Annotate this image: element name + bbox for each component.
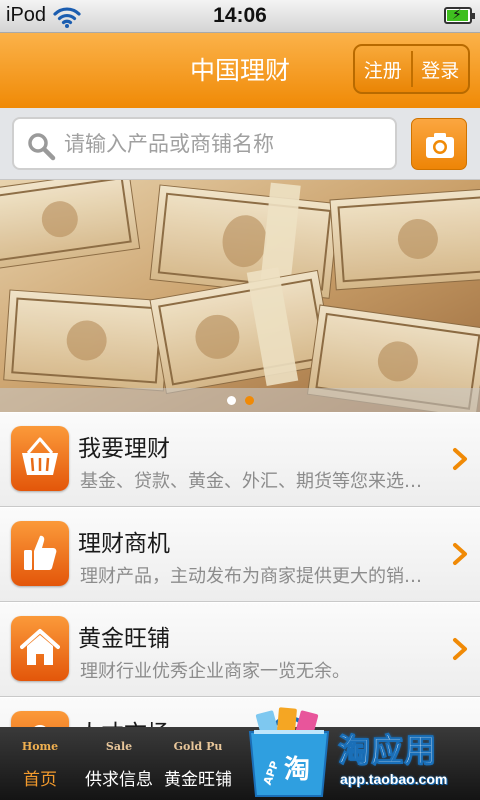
taobao-app-watermark: 淘应用 app.taobao.com — [337, 727, 480, 800]
thumbs-up-icon — [11, 521, 69, 586]
menu-item-subtitle: 理财行业优秀企业商家一览无余。 — [80, 661, 350, 682]
camera-icon — [426, 133, 454, 158]
carousel-dot[interactable] — [226, 395, 236, 405]
clock: 14:06 — [213, 4, 267, 27]
search-icon — [28, 133, 56, 161]
tab-home[interactable]: Home 首页 — [0, 727, 80, 800]
watermark-url: app.taobao.com — [340, 771, 448, 787]
search-bar — [0, 108, 480, 180]
carousel-indicator[interactable] — [0, 388, 480, 412]
auth-button-group: 注册 登录 — [353, 44, 470, 94]
status-bar: iPod 14:06 ⚡ — [0, 0, 480, 33]
banner-carousel[interactable] — [0, 180, 480, 412]
tab-label: 黄金旺铺 — [164, 770, 232, 790]
search-input[interactable] — [64, 122, 389, 166]
menu-item-title: 理财商机 — [78, 531, 170, 557]
tab-label-en: Sale — [105, 740, 133, 753]
menu-item-opportunities[interactable]: 理财商机 理财产品，主动发布为商家提供更大的销… — [0, 507, 480, 602]
tab-sale[interactable]: Sale 供求信息 — [79, 727, 159, 800]
menu-item-gold-shops[interactable]: 黄金旺铺 理财行业优秀企业商家一览无余。 — [0, 602, 480, 697]
watermark-title: 淘应用 — [337, 731, 438, 770]
camera-search-button[interactable] — [411, 118, 467, 170]
tab-label: 首页 — [23, 770, 57, 790]
register-button[interactable]: 注册 — [355, 56, 411, 83]
app-screen: iPod 14:06 ⚡ 中国理财 注册 登录 请输入产品或商铺名称 我要理财 … — [0, 0, 480, 800]
menu-item-subtitle: 理财产品，主动发布为商家提供更大的销… — [80, 566, 422, 587]
tab-label-en: Home — [21, 740, 59, 753]
shopping-bag-logo: 淘 APP — [248, 707, 330, 797]
tab-label: 供求信息 — [85, 770, 153, 790]
tab-label-en: Gold Pu — [173, 740, 223, 753]
chevron-right-icon — [453, 448, 467, 470]
watermark-bag-char: 淘 — [284, 755, 310, 785]
basket-icon — [11, 426, 69, 491]
chevron-right-icon — [453, 543, 467, 565]
menu-item-invest[interactable]: 我要理财 基金、贷款、黄金、外汇、期货等您来选… — [0, 412, 480, 507]
chevron-right-icon — [453, 638, 467, 660]
login-button[interactable]: 登录 — [413, 56, 469, 83]
app-header: 中国理财 注册 登录 — [0, 33, 480, 108]
search-box — [12, 117, 397, 170]
carousel-dot[interactable] — [244, 395, 254, 405]
home-icon — [11, 616, 69, 681]
tab-gold-shops[interactable]: Gold Pu 黄金旺铺 — [158, 727, 238, 800]
banner-image — [0, 180, 480, 412]
charging-icon: ⚡ — [452, 7, 462, 23]
menu-item-title: 黄金旺铺 — [78, 626, 170, 652]
menu-item-title: 我要理财 — [78, 436, 170, 462]
battery-icon: ⚡ — [444, 7, 475, 24]
menu-item-subtitle: 基金、贷款、黄金、外汇、期货等您来选… — [80, 471, 422, 492]
